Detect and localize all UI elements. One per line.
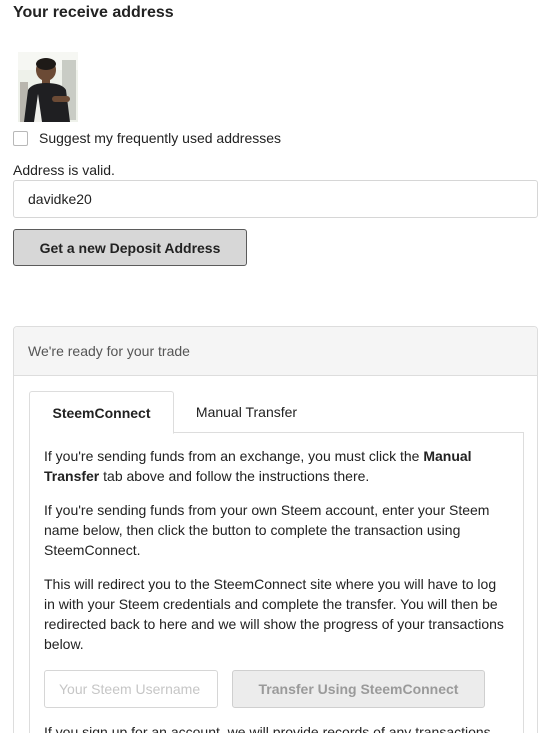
steem-username-input[interactable] [44, 670, 218, 708]
address-valid-message: Address is valid. [13, 162, 115, 178]
transfer-steemconnect-button[interactable]: Transfer Using SteemConnect [232, 670, 485, 708]
suggest-addresses-label[interactable]: Suggest my frequently used addresses [39, 130, 281, 146]
page: Your receive address Suggest my frequent… [0, 0, 547, 733]
trade-panel-heading: We're ready for your trade [14, 327, 537, 376]
receive-address-title: Your receive address [13, 4, 174, 21]
exchange-instructions: If you're sending funds from an exchange… [44, 446, 509, 486]
signup-note: If you sign up for an account, we will p… [44, 724, 491, 733]
tab-manual-transfer[interactable]: Manual Transfer [174, 391, 319, 433]
avatar-photo [18, 52, 78, 122]
suggest-addresses-row[interactable]: Suggest my frequently used addresses [13, 128, 281, 148]
steemconnect-tab-content: If you're sending funds from an exchange… [29, 432, 524, 733]
redirect-instructions: This will redirect you to the SteemConne… [44, 576, 504, 652]
exchange-instructions-start: If you're sending funds from an exchange… [44, 448, 424, 464]
own-account-instructions: If you're sending funds from your own St… [44, 502, 490, 558]
trade-panel: We're ready for your trade SteemConnect … [13, 326, 538, 733]
exchange-instructions-end: tab above and follow the instructions th… [99, 468, 370, 484]
get-deposit-address-button[interactable]: Get a new Deposit Address [13, 229, 247, 266]
avatar [18, 52, 78, 122]
transfer-tabs: SteemConnect Manual Transfer [29, 391, 524, 434]
tab-steemconnect[interactable]: SteemConnect [29, 391, 174, 434]
suggest-addresses-checkbox[interactable] [13, 130, 28, 146]
receive-address-input[interactable] [13, 180, 538, 218]
